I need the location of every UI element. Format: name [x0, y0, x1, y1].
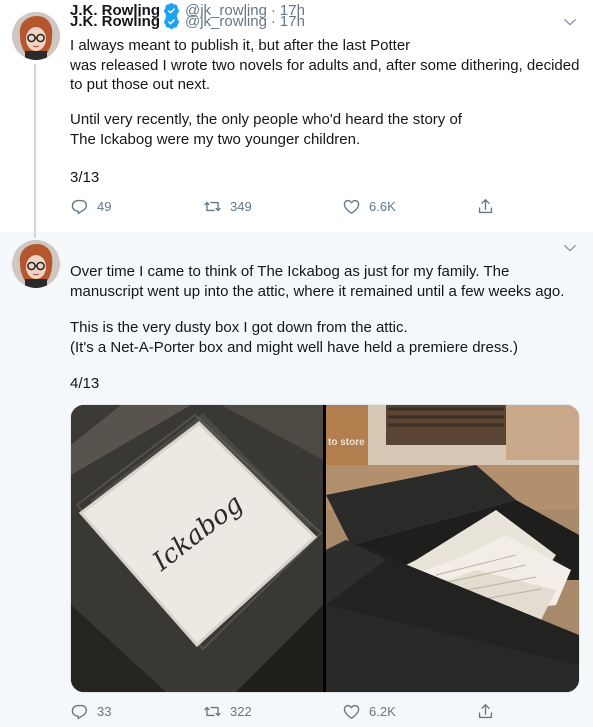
retweet-count: 349	[230, 199, 252, 214]
retweet-icon	[204, 706, 221, 717]
retweet-icon	[204, 201, 221, 212]
retweet-button[interactable]: 322	[203, 702, 252, 721]
photo-open-box-manuscript[interactable]: to store	[326, 405, 579, 692]
tweet-3-of-13[interactable]: J.K. Rowling @jk_rowling · 17h I always …	[0, 0, 593, 232]
reply-icon	[71, 704, 88, 720]
tweet-actions: 49 349 6.6K	[70, 197, 520, 217]
reply-button[interactable]: 33	[70, 702, 111, 721]
reply-icon	[71, 199, 88, 215]
like-count: 6.6K	[369, 199, 396, 214]
author-name[interactable]: J.K. Rowling	[70, 2, 160, 19]
tweet-actions: 33 322 6.2K	[70, 702, 520, 722]
chevron-down-icon[interactable]	[561, 13, 579, 31]
tweet-text: I always meant to publish it, but after …	[70, 37, 580, 93]
like-icon	[343, 199, 360, 214]
chevron-down-icon[interactable]	[561, 239, 579, 257]
thread-connector-line	[34, 232, 36, 238]
share-icon	[478, 199, 493, 214]
like-button[interactable]: 6.2K	[342, 702, 396, 721]
thread-counter: 3/13	[70, 169, 100, 186]
tweet-text: Over time I came to think of The Ickabog…	[70, 263, 565, 300]
like-count: 6.2K	[369, 704, 396, 719]
verified-badge-icon	[163, 2, 180, 19]
reply-count: 49	[97, 199, 112, 214]
like-button[interactable]: 6.6K	[342, 197, 396, 216]
reply-count: 33	[97, 704, 112, 719]
photo-ickabog-label[interactable]: Ickabog	[71, 405, 323, 692]
thread-counter: 4/13	[70, 375, 100, 392]
thread-connector-line	[34, 64, 36, 232]
tweet-text-paragraph: Until very recently, the only people who…	[70, 111, 462, 148]
author-handle[interactable]: @jk_rowling	[185, 2, 267, 19]
retweet-button[interactable]: 349	[203, 197, 252, 216]
retweet-count: 322	[230, 704, 252, 719]
tweet-text-paragraph: This is the very dusty box I got down fr…	[70, 319, 519, 356]
share-icon	[478, 704, 493, 719]
share-button[interactable]	[476, 197, 495, 216]
share-button[interactable]	[476, 702, 495, 721]
avatar[interactable]	[12, 12, 60, 60]
reply-button[interactable]: 49	[70, 197, 111, 216]
timestamp[interactable]: 17h	[280, 2, 305, 19]
tweet-media-grid: Ickabog to store	[70, 404, 580, 693]
like-icon	[343, 704, 360, 719]
avatar[interactable]	[12, 240, 60, 288]
box-sticker-text: to store	[328, 437, 365, 448]
separator-dot: ·	[270, 1, 276, 19]
tweet-header: J.K. Rowling @jk_rowling · 17h	[70, 0, 305, 20]
